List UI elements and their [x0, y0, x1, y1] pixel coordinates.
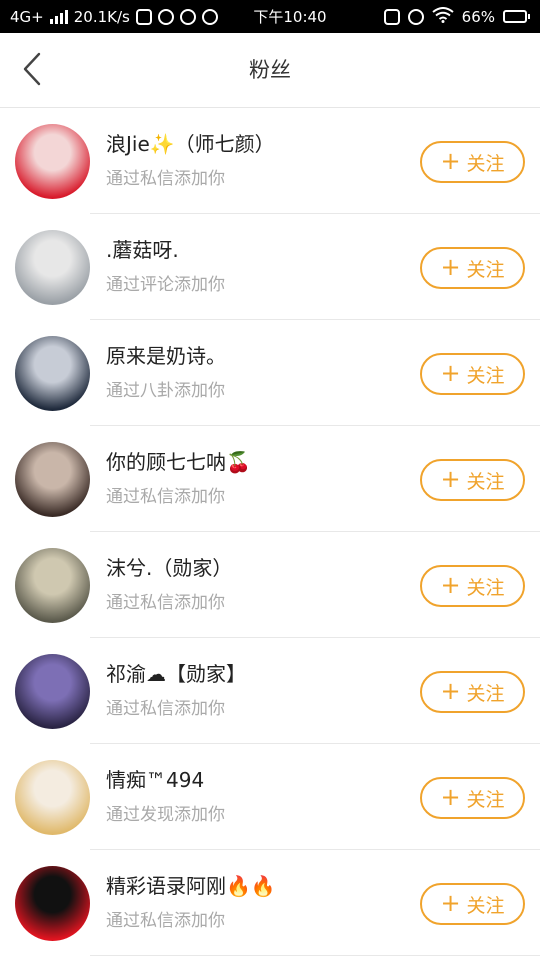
follower-source: 通过私信添加你: [106, 699, 225, 719]
signal-icon: [49, 9, 68, 24]
follower-row[interactable]: 浪Jie✨（师七颜） 通过私信添加你 + 关注: [0, 108, 540, 214]
follower-row[interactable]: 祁渝☁【勋家】通过私信添加你 + 关注: [0, 638, 540, 744]
follow-label: 关注: [466, 364, 505, 387]
qq-notification-icon: [157, 8, 174, 25]
follow-label: 关注: [466, 258, 505, 281]
plus-icon: +: [440, 147, 461, 175]
follower-source: 通过私信添加你: [106, 593, 225, 613]
network-speed: 20.1K/s: [73, 7, 130, 26]
follower-name[interactable]: 祁渝☁【勋家】: [106, 658, 246, 687]
follower-row[interactable]: .蘑菇呀. 通过评论添加你 + 关注: [0, 214, 540, 320]
battery-percent: 66%: [461, 7, 495, 26]
battery-icon: [503, 10, 530, 23]
avatar[interactable]: [15, 654, 90, 729]
avatar[interactable]: [15, 442, 90, 517]
follower-source: 通过发现添加你: [106, 805, 225, 825]
status-bar: 4G+ 20.1K/s 下午10:40 66%: [0, 0, 540, 33]
follower-name[interactable]: 原来是奶诗。: [106, 340, 226, 369]
follower-name[interactable]: 精彩语录阿刚🔥🔥: [106, 870, 276, 899]
follow-button[interactable]: + 关注: [420, 247, 525, 289]
play-notification-icon: [201, 8, 218, 25]
follower-name[interactable]: 沫兮.（勋家）: [106, 552, 232, 581]
follow-button[interactable]: + 关注: [420, 141, 525, 183]
row-divider: [90, 955, 540, 956]
follower-source: 通过私信添加你: [106, 487, 225, 507]
follow-label: 关注: [466, 682, 505, 705]
plus-icon: +: [440, 253, 461, 281]
follower-row[interactable]: 你的顾七七呐🍒 通过私信添加你 + 关注: [0, 426, 540, 532]
follow-label: 关注: [466, 894, 505, 917]
follower-row[interactable]: 沫兮.（勋家） 通过私信添加你 + 关注: [0, 532, 540, 638]
follower-name[interactable]: 情痴™494: [106, 764, 204, 793]
follower-name[interactable]: 浪Jie✨（师七颜）: [106, 128, 275, 157]
status-bar-left: 4G+ 20.1K/s: [10, 8, 384, 26]
follower-row[interactable]: 精彩语录阿刚🔥🔥 通过私信添加你 + 关注: [0, 850, 540, 956]
follow-label: 关注: [466, 470, 505, 493]
follower-list: 浪Jie✨（师七颜） 通过私信添加你 + 关注 .蘑菇呀. 通过评论添加你 + 关注 原来是奶诗…: [0, 108, 540, 956]
avatar[interactable]: [15, 124, 90, 199]
status-bar-right: 66%: [383, 6, 530, 27]
follower-source: 通过私信添加你: [106, 169, 225, 189]
plus-icon: +: [440, 889, 461, 917]
follow-label: 关注: [466, 788, 505, 811]
plus-icon: +: [440, 571, 461, 599]
plus-icon: +: [440, 783, 461, 811]
follower-row[interactable]: 情痴™494 通过发现添加你 + 关注: [0, 744, 540, 850]
plus-icon: +: [440, 677, 461, 705]
follower-source: 通过私信添加你: [106, 911, 225, 931]
alarm-icon: [407, 8, 424, 25]
follow-button[interactable]: + 关注: [420, 671, 525, 713]
plus-icon: +: [440, 465, 461, 493]
nav-header: 粉丝: [0, 33, 540, 108]
follower-name[interactable]: 你的顾七七呐🍒: [106, 446, 251, 475]
follow-button[interactable]: + 关注: [420, 459, 525, 501]
follow-button[interactable]: + 关注: [420, 353, 525, 395]
wifi-icon: [432, 6, 454, 27]
plus-icon: +: [440, 359, 461, 387]
follow-button[interactable]: + 关注: [420, 883, 525, 925]
follower-source: 通过评论添加你: [106, 275, 225, 295]
app-notification-icon: [135, 8, 152, 25]
follow-label: 关注: [466, 576, 505, 599]
follow-button[interactable]: + 关注: [420, 777, 525, 819]
follow-button[interactable]: + 关注: [420, 565, 525, 607]
follower-name[interactable]: .蘑菇呀.: [106, 234, 179, 263]
follow-label: 关注: [466, 152, 505, 175]
network-type: 4G+: [10, 7, 44, 26]
avatar[interactable]: [15, 230, 90, 305]
avatar[interactable]: [15, 866, 90, 941]
follower-row[interactable]: 原来是奶诗。通过八卦添加你 + 关注: [0, 320, 540, 426]
vibrate-icon: [383, 8, 400, 25]
avatar[interactable]: [15, 336, 90, 411]
message-notification-icon: [179, 8, 196, 25]
avatar[interactable]: [15, 760, 90, 835]
page-title: 粉丝: [249, 58, 291, 82]
avatar[interactable]: [15, 548, 90, 623]
follower-source: 通过八卦添加你: [106, 381, 225, 401]
